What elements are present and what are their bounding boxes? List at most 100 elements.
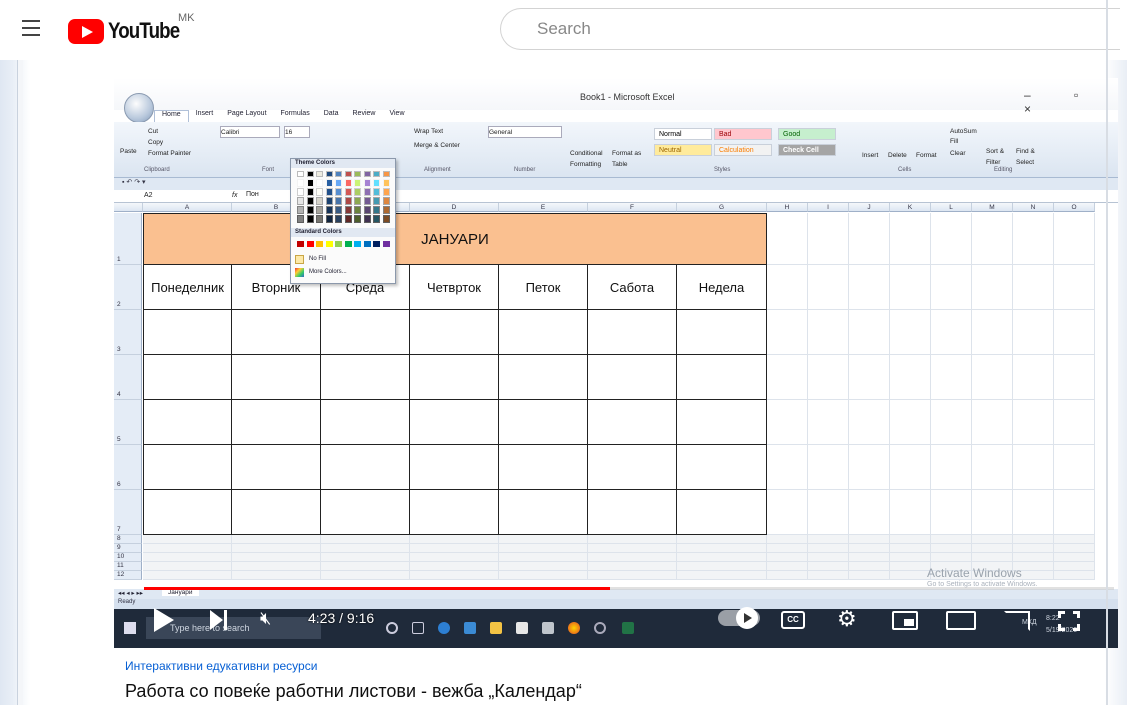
play-icon[interactable]: [154, 608, 174, 632]
column-header-h[interactable]: H: [767, 203, 808, 212]
grid-cell[interactable]: [972, 265, 1013, 310]
grid-cell[interactable]: [972, 400, 1013, 445]
grid-cell[interactable]: [1054, 400, 1095, 445]
theme-color-swatch[interactable]: [382, 197, 390, 205]
standard-color-swatch[interactable]: [325, 241, 333, 247]
grid-cell[interactable]: [143, 553, 232, 562]
wrap-text-button[interactable]: Wrap Text: [414, 126, 443, 137]
theme-color-swatch[interactable]: [373, 179, 380, 187]
grid-cell[interactable]: [890, 445, 931, 490]
number-format-select[interactable]: General: [488, 126, 562, 138]
grid-cell[interactable]: [499, 544, 588, 553]
grid-cell[interactable]: [931, 213, 972, 265]
calendar-cell[interactable]: [410, 490, 499, 535]
grid-cell[interactable]: [808, 400, 849, 445]
insert-cells-button[interactable]: Insert: [862, 150, 878, 161]
grid-cell[interactable]: [588, 553, 677, 562]
grid-cell[interactable]: [232, 553, 321, 562]
next-video-icon[interactable]: [210, 610, 230, 630]
grid-cell[interactable]: [677, 535, 767, 544]
standard-color-swatch[interactable]: [363, 241, 371, 247]
grid-cell[interactable]: [499, 562, 588, 571]
calendar-cell[interactable]: [499, 445, 588, 490]
grid-cell[interactable]: [890, 213, 931, 265]
grid-cell[interactable]: [849, 445, 890, 490]
calendar-cell[interactable]: [588, 445, 677, 490]
grid-cell[interactable]: [767, 535, 808, 544]
grid-cell[interactable]: [321, 544, 410, 553]
more-colors-option[interactable]: More Colors...: [309, 269, 347, 275]
grid-cell[interactable]: [410, 562, 499, 571]
theme-color-swatch[interactable]: [382, 215, 390, 223]
grid-cell[interactable]: [499, 535, 588, 544]
sort-filter-button[interactable]: Sort & Filter: [986, 146, 1012, 168]
calendar-cell[interactable]: [677, 445, 767, 490]
style-bad[interactable]: Bad: [714, 128, 772, 140]
clear-button[interactable]: Clear: [950, 148, 966, 159]
format-as-table-button[interactable]: Format as Table: [612, 148, 652, 170]
grid-cell[interactable]: [972, 355, 1013, 400]
grid-cell[interactable]: [321, 553, 410, 562]
standard-color-swatch[interactable]: [382, 241, 390, 247]
column-header-k[interactable]: K: [890, 203, 931, 212]
calendar-cell[interactable]: [410, 355, 499, 400]
theme-color-swatch[interactable]: [382, 188, 390, 196]
grid-cell[interactable]: [808, 553, 849, 562]
theme-color-swatch[interactable]: [363, 188, 371, 196]
theme-color-swatch[interactable]: [316, 197, 323, 205]
day-header-cell[interactable]: Понеделник: [143, 265, 232, 310]
theme-color-swatch[interactable]: [382, 206, 390, 214]
youtube-logo[interactable]: YouTube: [68, 18, 192, 44]
grid-cell[interactable]: [849, 562, 890, 571]
theme-color-swatch[interactable]: [344, 197, 352, 205]
grid-cell[interactable]: [890, 355, 931, 400]
grid-cell[interactable]: [767, 265, 808, 310]
sheet-nav-arrows[interactable]: ◂◂ ◂ ▸ ▸▸: [118, 589, 143, 597]
grid-cell[interactable]: [677, 553, 767, 562]
theme-color-swatch[interactable]: [373, 215, 380, 223]
theme-color-swatch[interactable]: [325, 179, 333, 187]
excel-app-icon[interactable]: [622, 622, 634, 634]
theme-color-swatch[interactable]: [325, 215, 333, 223]
tab-formulas[interactable]: Formulas: [274, 110, 317, 122]
theme-color-swatch[interactable]: [373, 206, 380, 214]
grid-cell[interactable]: [767, 445, 808, 490]
calendar-cell[interactable]: [143, 400, 232, 445]
grid-cell[interactable]: [931, 544, 972, 553]
windows-start-icon[interactable]: [124, 622, 136, 634]
cortana-icon[interactable]: [386, 622, 398, 634]
grid-cell[interactable]: [1054, 571, 1095, 580]
miniplayer-icon[interactable]: [892, 611, 918, 630]
grid-cell[interactable]: [1054, 355, 1095, 400]
grid-cell[interactable]: [1013, 445, 1054, 490]
quick-access-toolbar[interactable]: ▪ ↶ ↷ ▾: [114, 178, 1118, 190]
theme-color-swatch[interactable]: [373, 197, 380, 205]
column-header-a[interactable]: A: [143, 203, 232, 212]
theme-color-swatch[interactable]: [344, 171, 352, 177]
style-check-cell[interactable]: Check Cell: [778, 144, 836, 156]
calendar-cell[interactable]: [588, 355, 677, 400]
grid-cell[interactable]: [931, 310, 972, 355]
grid-cell[interactable]: [972, 445, 1013, 490]
progress-played[interactable]: [144, 587, 610, 590]
grid-cell[interactable]: [767, 571, 808, 580]
grid-cell[interactable]: [890, 562, 931, 571]
grid-cell[interactable]: [143, 544, 232, 553]
standard-color-swatch[interactable]: [297, 241, 304, 247]
theme-color-swatch[interactable]: [363, 206, 371, 214]
grid-cell[interactable]: [321, 562, 410, 571]
theme-color-swatch[interactable]: [306, 215, 314, 223]
merge-center-button[interactable]: Merge & Center: [414, 140, 460, 151]
theme-color-swatch[interactable]: [306, 179, 314, 187]
theme-color-swatch[interactable]: [316, 206, 323, 214]
grid-cell[interactable]: [677, 562, 767, 571]
row-header-1[interactable]: 1: [114, 213, 142, 265]
grid-cell[interactable]: [588, 535, 677, 544]
grid-cell[interactable]: [849, 553, 890, 562]
theme-color-swatch[interactable]: [306, 206, 314, 214]
grid-cell[interactable]: [890, 544, 931, 553]
conditional-formatting-button[interactable]: Conditional Formatting: [570, 148, 610, 170]
grid-cell[interactable]: [410, 553, 499, 562]
grid-cell[interactable]: [972, 553, 1013, 562]
style-neutral[interactable]: Neutral: [654, 144, 712, 156]
